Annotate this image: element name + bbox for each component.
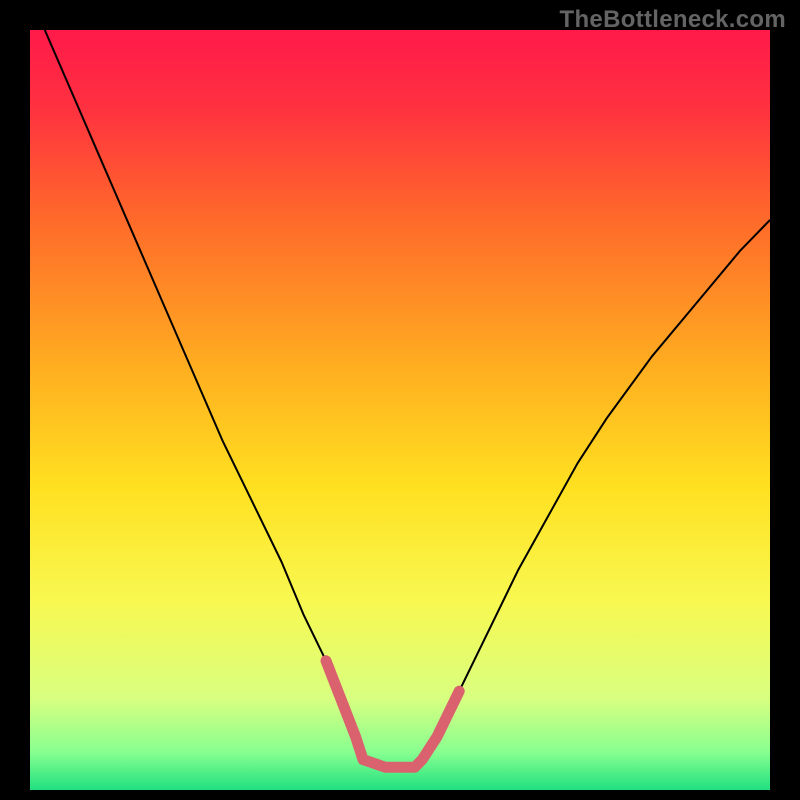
bottleneck-chart [30,30,770,790]
chart-frame: TheBottleneck.com [0,0,800,800]
gradient-background [30,30,770,790]
